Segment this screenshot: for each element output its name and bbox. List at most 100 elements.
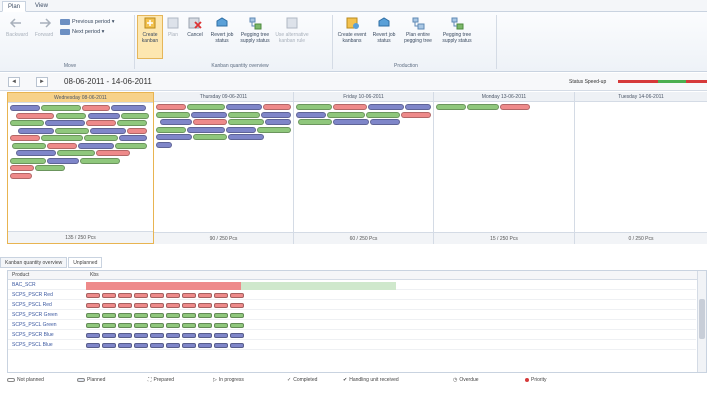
kanban-card[interactable] [84,135,118,141]
kanban-card[interactable] [78,142,114,149]
kanban-card[interactable] [156,126,186,133]
kanban-card[interactable] [230,333,244,338]
kanban-card[interactable] [150,343,164,348]
production-revert-job-status-button[interactable]: Revert job status [370,16,398,44]
kanban-card[interactable] [102,333,116,338]
kanban-card[interactable] [368,104,404,110]
create-kanban-button[interactable]: Create kanban [137,15,163,59]
kanban-card[interactable] [86,313,100,318]
kanban-card[interactable] [263,104,291,110]
kanban-card[interactable] [121,112,149,119]
kanban-card[interactable] [96,150,130,156]
kanban-card[interactable] [150,293,164,298]
day-column-0[interactable]: Wednesday 08-06-2011 135 / 250 Pcs [7,92,154,244]
kanban-card[interactable] [187,104,225,110]
kanban-card[interactable] [127,127,147,134]
table-row[interactable]: SCPS_PSCL Green [8,321,696,330]
kanban-card[interactable] [102,313,116,318]
kanban-card[interactable] [150,313,164,318]
kanban-card[interactable] [198,343,212,348]
kanban-card[interactable] [118,343,132,348]
kanban-card[interactable] [45,120,85,126]
previous-period-button[interactable]: Previous period ▾ [60,18,115,26]
kanban-card[interactable] [166,293,180,298]
kanban-card[interactable] [10,135,40,141]
kanban-card[interactable] [182,303,196,308]
kanban-card[interactable] [134,303,148,308]
kanban-card[interactable] [187,126,225,133]
kanban-card[interactable] [166,303,180,308]
kanban-card[interactable] [214,333,228,338]
create-event-kanbans-button[interactable]: Create event kanbans [336,16,368,44]
kanban-card[interactable] [118,293,132,298]
kanban-card[interactable] [198,323,212,328]
kanban-card[interactable] [86,293,100,298]
kanban-card[interactable] [214,323,228,328]
kanban-card[interactable] [134,293,148,298]
kanban-card[interactable] [230,293,244,298]
grid-scrollbar[interactable] [697,271,706,372]
kanban-card[interactable] [117,120,147,126]
kanban-card[interactable] [10,120,44,126]
cancel-button[interactable]: Cancel [184,16,206,38]
use-alternative-kanban-rule-button[interactable]: Use alternative kanban rule [274,16,310,44]
scrollbar-thumb[interactable] [699,299,705,339]
kanban-card[interactable] [230,323,244,328]
kanban-card[interactable] [102,343,116,348]
kanban-card[interactable] [370,119,400,125]
day-column-4[interactable]: Tuesday 14-06-2011 0 / 250 Pcs [575,92,707,244]
kanban-card[interactable] [47,142,77,149]
kanban-card[interactable] [16,112,54,119]
kanban-card[interactable] [500,104,530,110]
production-pegging-tree-supply-status-button[interactable]: Pegging tree supply status [438,16,476,44]
backward-button[interactable]: Backward [4,16,30,38]
next-period-button[interactable]: Next period ▾ [60,28,104,36]
kanban-card[interactable] [88,112,120,119]
table-row[interactable]: SCPS_PSCL Red [8,301,696,310]
kanban-card[interactable] [182,313,196,318]
kanban-card[interactable] [102,303,116,308]
plan-entire-pegging-tree-button[interactable]: Plan entire pegging tree [400,16,436,44]
kanban-card[interactable] [118,313,132,318]
kanban-card[interactable] [214,293,228,298]
kanban-card[interactable] [191,111,227,118]
kanban-card[interactable] [47,157,79,164]
previous-week-button[interactable]: ◄ [8,77,20,87]
kanban-card[interactable] [198,293,212,298]
kanban-card[interactable] [156,111,190,118]
kanban-card[interactable] [265,119,291,125]
table-row[interactable]: SCPS_PSCR Red [8,291,696,300]
kanban-card[interactable] [134,333,148,338]
kanban-card[interactable] [298,119,332,125]
kanban-card[interactable] [150,303,164,308]
kanban-card[interactable] [166,333,180,338]
kanban-card[interactable] [118,323,132,328]
kanban-card[interactable] [296,111,326,118]
tab-view[interactable]: View [30,1,53,12]
kanban-card[interactable] [55,127,89,134]
kanban-card[interactable] [86,303,100,308]
kanban-card[interactable] [16,150,56,156]
forward-button[interactable]: Forward [31,16,57,38]
day-column-2[interactable]: Friday 10-06-2011 60 / 250 Pcs [294,92,434,244]
next-week-button[interactable]: ► [36,77,48,87]
kanban-card[interactable] [118,303,132,308]
kanban-card[interactable] [41,105,81,111]
kanban-card[interactable] [82,105,110,111]
column-header-kbs[interactable]: Kbs [90,271,99,280]
kanban-card[interactable] [150,323,164,328]
kanban-card[interactable] [102,323,116,328]
revert-job-status-button[interactable]: Revert job status [208,16,236,44]
kanban-card[interactable] [118,333,132,338]
kanban-card[interactable] [18,127,54,134]
kanban-card[interactable] [228,119,264,125]
kanban-card[interactable] [134,323,148,328]
tab-plan[interactable]: Plan [2,1,27,12]
table-row[interactable]: SCPS_PSCL Blue [8,341,696,350]
kanban-card[interactable] [228,111,260,118]
kanban-card[interactable] [226,104,262,110]
kanban-card[interactable] [198,313,212,318]
kanban-card[interactable] [156,134,192,140]
kanban-card[interactable] [156,104,186,110]
kanban-card[interactable] [134,343,148,348]
